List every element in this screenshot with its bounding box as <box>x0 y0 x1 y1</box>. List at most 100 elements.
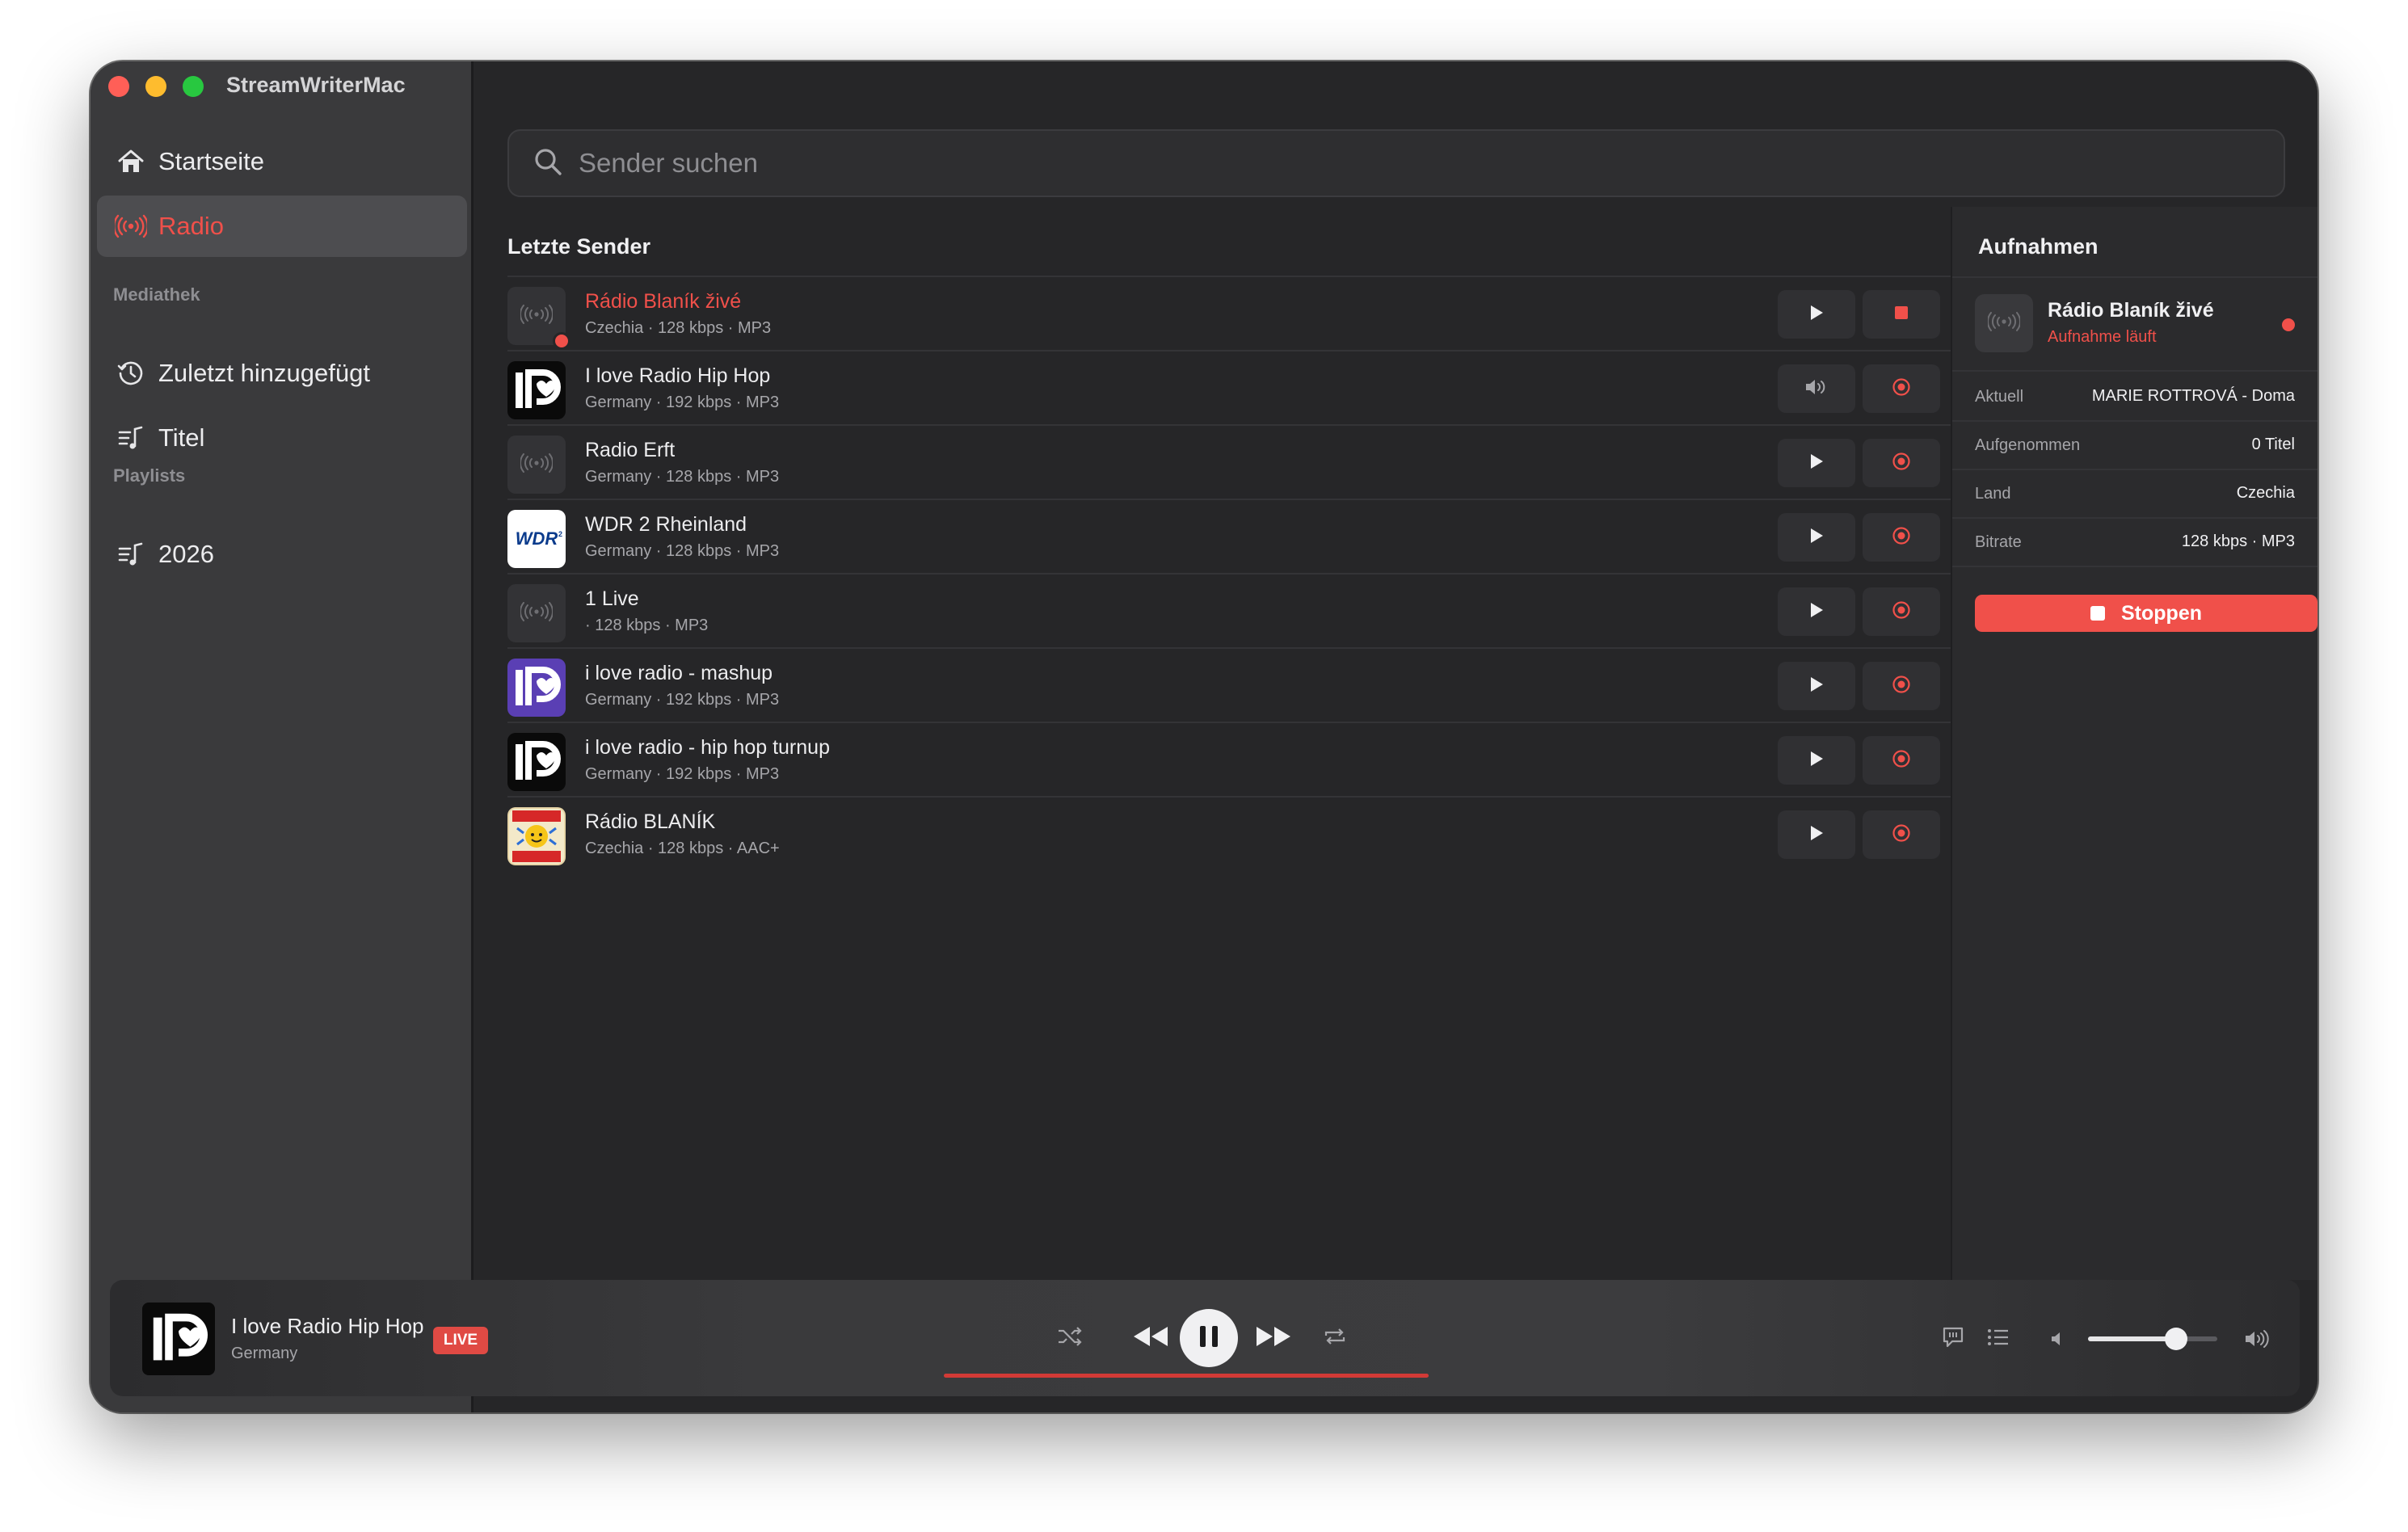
stop-recording-button[interactable] <box>1863 290 1940 339</box>
station-row[interactable]: Radio Erft Germany · 128 kbps · MP3 <box>507 424 1962 499</box>
record-button[interactable] <box>1863 364 1940 413</box>
station-logo <box>507 584 566 642</box>
play-button[interactable] <box>1778 736 1855 785</box>
sidebar-item-label: Radio <box>158 212 224 240</box>
record-button[interactable] <box>1863 810 1940 859</box>
list-icon <box>1987 1328 2010 1351</box>
play-button[interactable] <box>1778 439 1855 487</box>
live-badge: LIVE <box>433 1327 488 1354</box>
section-label-mediathek: Mediathek <box>113 284 200 305</box>
station-meta: Germany · 192 kbps · MP3 <box>585 394 780 411</box>
shuffle-button[interactable] <box>1054 1322 1086 1354</box>
station-row[interactable]: i love radio - mashup Germany · 192 kbps… <box>507 647 1962 722</box>
main-content: Letzte Sender Rádio Blaník živé Czechia … <box>474 61 2317 1280</box>
record-button[interactable] <box>1863 662 1940 710</box>
volume-knob[interactable] <box>2164 1328 2187 1350</box>
sidebar-item-radio[interactable]: Radio <box>97 196 467 257</box>
stop-icon <box>2090 606 2105 621</box>
volume-slider[interactable] <box>2088 1328 2217 1350</box>
queue-button[interactable] <box>1983 1324 2014 1354</box>
sidebar-item-recently-added[interactable]: Zuletzt hinzugefügt <box>97 343 467 404</box>
backward-icon <box>1132 1325 1169 1352</box>
player-bar: I love Radio Hip Hop Germany LIVE <box>110 1280 2300 1396</box>
station-meta: Germany · 192 kbps · MP3 <box>585 691 780 709</box>
play-button[interactable] <box>1778 513 1855 562</box>
station-name: Rádio Blaník živé <box>585 290 742 313</box>
house-icon <box>115 145 147 178</box>
broadcast-icon <box>1987 311 2021 335</box>
recordings-title: Aufnahmen <box>1978 234 2099 259</box>
sidebar-item-playlist-2026[interactable]: 2026 <box>97 524 467 585</box>
sidebar-item-startseite[interactable]: Startseite <box>97 131 467 192</box>
station-logo <box>1975 294 2033 352</box>
app-window: StreamWriterMac Startseite Radio Mediath… <box>91 61 2317 1412</box>
repeat-button[interactable] <box>1319 1322 1351 1354</box>
next-button[interactable] <box>1251 1319 1296 1357</box>
play-icon <box>1809 602 1824 622</box>
close-window-button[interactable] <box>108 76 129 97</box>
music-note-list-icon <box>115 538 147 570</box>
sidebar-item-label: Startseite <box>158 147 264 175</box>
station-list: Rádio Blaník živé Czechia · 128 kbps · M… <box>507 276 1962 870</box>
pause-button[interactable] <box>1180 1309 1238 1367</box>
station-row[interactable]: Rádio BLANÍK Czechia · 128 kbps · AAC+ <box>507 796 1962 870</box>
broadcast-icon <box>115 210 147 242</box>
now-playing-button[interactable] <box>1778 364 1855 413</box>
play-icon <box>1809 528 1824 548</box>
shuffle-icon <box>1057 1326 1083 1351</box>
station-name: Rádio BLANÍK <box>585 810 716 833</box>
active-recording-card[interactable]: Rádio Blaník živé Aufnahme läuft <box>1952 276 2317 372</box>
record-button[interactable] <box>1863 439 1940 487</box>
station-row[interactable]: Rádio Blaník živé Czechia · 128 kbps · M… <box>507 276 1962 350</box>
play-button[interactable] <box>1778 662 1855 710</box>
play-button[interactable] <box>1778 810 1855 859</box>
broadcast-icon <box>520 304 554 328</box>
station-name: 1 Live <box>585 587 639 610</box>
ilove-logo <box>507 733 566 791</box>
minimize-window-button[interactable] <box>145 76 166 97</box>
station-meta: Germany · 192 kbps · MP3 <box>585 765 780 783</box>
recording-indicator <box>553 332 570 350</box>
play-icon <box>1809 676 1824 697</box>
playback-progress <box>944 1374 1429 1378</box>
broadcast-icon <box>520 452 554 477</box>
zoom-window-button[interactable] <box>183 76 204 97</box>
record-button[interactable] <box>1863 587 1940 636</box>
repeat-icon <box>1323 1326 1347 1351</box>
record-icon <box>1892 823 1911 847</box>
sidebar-item-titel[interactable]: Titel <box>97 407 467 469</box>
sidebar-item-label: Titel <box>158 423 205 452</box>
stop-recording-button[interactable]: Stoppen <box>1975 595 2317 632</box>
recording-indicator <box>2282 318 2295 331</box>
station-row[interactable]: I love Radio Hip Hop Germany · 192 kbps … <box>507 350 1962 424</box>
play-icon <box>1809 751 1824 771</box>
search-input[interactable] <box>579 148 2114 179</box>
station-row[interactable]: 1 Live · 128 kbps · MP3 <box>507 573 1962 647</box>
play-button[interactable] <box>1778 290 1855 339</box>
recording-station-name: Rádio Blaník živé <box>2048 299 2214 322</box>
record-icon <box>1892 526 1911 549</box>
play-icon <box>1809 305 1824 325</box>
search-bar[interactable] <box>507 129 2285 197</box>
volume-high-icon <box>2243 1325 2274 1353</box>
blanik-logo <box>507 807 566 865</box>
sidebar-item-label: 2026 <box>158 540 214 568</box>
record-button[interactable] <box>1863 736 1940 785</box>
record-icon <box>1892 749 1911 772</box>
clock-icon <box>115 357 147 389</box>
record-button[interactable] <box>1863 513 1940 562</box>
lyrics-bubble-icon <box>1941 1326 1965 1353</box>
station-row[interactable]: WDR 2 WDR 2 Rheinland Germany · 128 kbps … <box>507 499 1962 573</box>
window-controls <box>108 76 204 97</box>
play-button[interactable] <box>1778 587 1855 636</box>
lyrics-button[interactable] <box>1938 1324 1968 1354</box>
station-logo <box>507 436 566 494</box>
play-icon <box>1809 825 1824 845</box>
station-meta: Germany · 128 kbps · MP3 <box>585 468 780 486</box>
ilove-purple-logo <box>507 659 566 717</box>
previous-button[interactable] <box>1128 1319 1173 1357</box>
station-meta: Czechia · 128 kbps · MP3 <box>585 319 772 337</box>
station-row[interactable]: i love radio - hip hop turnup Germany · … <box>507 722 1962 796</box>
svg-text:2: 2 <box>558 530 562 538</box>
now-playing-artwork <box>142 1303 215 1375</box>
